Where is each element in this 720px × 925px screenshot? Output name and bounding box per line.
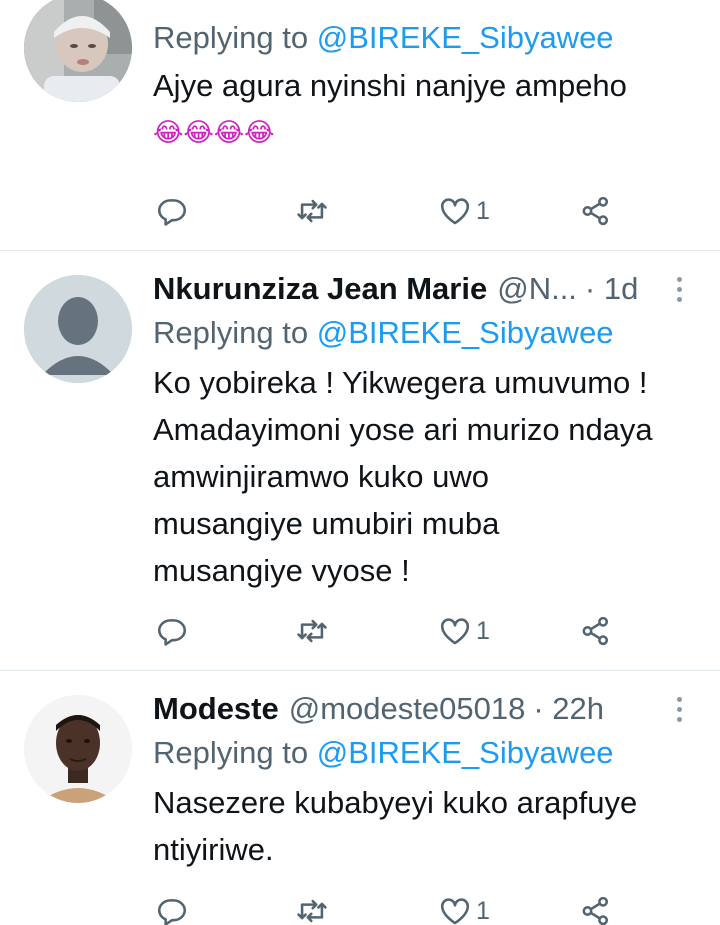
baby-photo-icon	[24, 0, 132, 102]
more-options-button[interactable]	[664, 687, 694, 731]
heart-icon	[440, 198, 470, 225]
like-count: 1	[476, 196, 490, 225]
replying-prefix: Replying to	[153, 20, 309, 55]
display-name[interactable]: Nkurunziza Jean Marie	[153, 271, 487, 307]
timestamp[interactable]: · 22h	[533, 691, 604, 727]
reply-button[interactable]	[155, 611, 189, 651]
retweet-icon	[297, 899, 327, 923]
action-bar: 1	[155, 191, 615, 231]
reply-tweet[interactable]: Nkurunziza Jean Marie @N... · 1d Replyin…	[0, 251, 720, 671]
share-icon	[582, 196, 609, 226]
tweet-text-line: musangiye vyose !	[153, 553, 410, 588]
avatar[interactable]	[24, 695, 132, 803]
retweet-button[interactable]	[295, 891, 329, 925]
heart-icon	[440, 618, 470, 645]
action-bar: 1	[155, 891, 615, 925]
tweet-text-line: Nasezere kubabyeyi kuko arapfuye	[153, 785, 638, 820]
reply-button[interactable]	[155, 891, 189, 925]
replying-to: Replying to @BIREKE_Sibyawee	[153, 311, 694, 355]
tweet-text-line: amwinjiramwo kuko uwo	[153, 459, 489, 494]
tweet-header: Nkurunziza Jean Marie @N... · 1d	[153, 267, 694, 311]
replying-handle-link[interactable]: @BIREKE_Sibyawee	[317, 735, 614, 770]
avatar[interactable]	[24, 0, 132, 102]
like-button[interactable]: 1	[438, 191, 490, 231]
handle[interactable]: @N...	[497, 271, 577, 307]
retweet-icon	[297, 199, 327, 223]
tweet-text-line: Ajye agura nyinshi nanjye ampeho	[153, 68, 627, 103]
share-icon	[582, 896, 609, 925]
replying-prefix: Replying to	[153, 735, 309, 770]
retweet-button[interactable]	[295, 611, 329, 651]
timestamp[interactable]: · 1d	[585, 271, 638, 307]
heart-icon	[440, 898, 470, 925]
reply-bubble-icon	[157, 899, 186, 925]
replying-to: Replying to @BIREKE_Sibyawee	[153, 731, 694, 775]
share-button[interactable]	[579, 891, 613, 925]
retweet-button[interactable]	[295, 191, 329, 231]
user-photo-icon	[24, 695, 132, 803]
replying-to: Replying to @BIREKE_Sibyawee	[153, 16, 694, 60]
reply-button[interactable]	[155, 191, 189, 231]
replying-prefix: Replying to	[153, 315, 309, 350]
more-options-button[interactable]	[664, 267, 694, 311]
reply-bubble-icon	[157, 199, 186, 226]
share-icon	[582, 616, 609, 646]
tweet-text-line: ntiyiriwe.	[153, 832, 274, 867]
tweet-text-line: Ko yobireka ! Yikwegera umuvumo !	[153, 365, 648, 400]
retweet-icon	[297, 619, 327, 643]
reply-tweet[interactable]: Modeste @modeste05018 · 22h Replying to …	[0, 671, 720, 925]
display-name[interactable]: Modeste	[153, 691, 279, 727]
avatar[interactable]	[24, 275, 132, 383]
tweet-text-line: Amadayimoni yose ari murizo ndaya	[153, 412, 653, 447]
like-button[interactable]: 1	[438, 891, 490, 925]
share-button[interactable]	[579, 611, 613, 651]
tweet-text: Ko yobireka ! Yikwegera umuvumo ! Amaday…	[153, 359, 694, 594]
like-count: 1	[476, 616, 490, 645]
action-bar: 1	[155, 611, 615, 651]
tweet-header: Modeste @modeste05018 · 22h	[153, 687, 694, 731]
handle[interactable]: @modeste05018	[289, 691, 526, 727]
more-vertical-icon	[676, 696, 682, 702]
more-vertical-icon	[676, 276, 682, 282]
like-count: 1	[476, 896, 490, 925]
tweet-text-line: musangiye umubiri muba	[153, 506, 500, 541]
share-button[interactable]	[579, 191, 613, 231]
reply-tweet[interactable]: Replying to @BIREKE_Sibyawee Ajye agura …	[0, 0, 720, 251]
like-button[interactable]: 1	[438, 611, 490, 651]
tweet-text: Ajye agura nyinshi nanjye ampeho 😂😂😂😂	[153, 62, 694, 155]
replying-handle-link[interactable]: @BIREKE_Sibyawee	[317, 315, 614, 350]
tweet-text: Nasezere kubabyeyi kuko arapfuye ntiyiri…	[153, 779, 694, 873]
emoji-line: 😂😂😂😂	[153, 117, 275, 147]
replying-handle-link[interactable]: @BIREKE_Sibyawee	[317, 20, 614, 55]
reply-bubble-icon	[157, 619, 186, 646]
default-avatar-icon	[24, 275, 132, 383]
